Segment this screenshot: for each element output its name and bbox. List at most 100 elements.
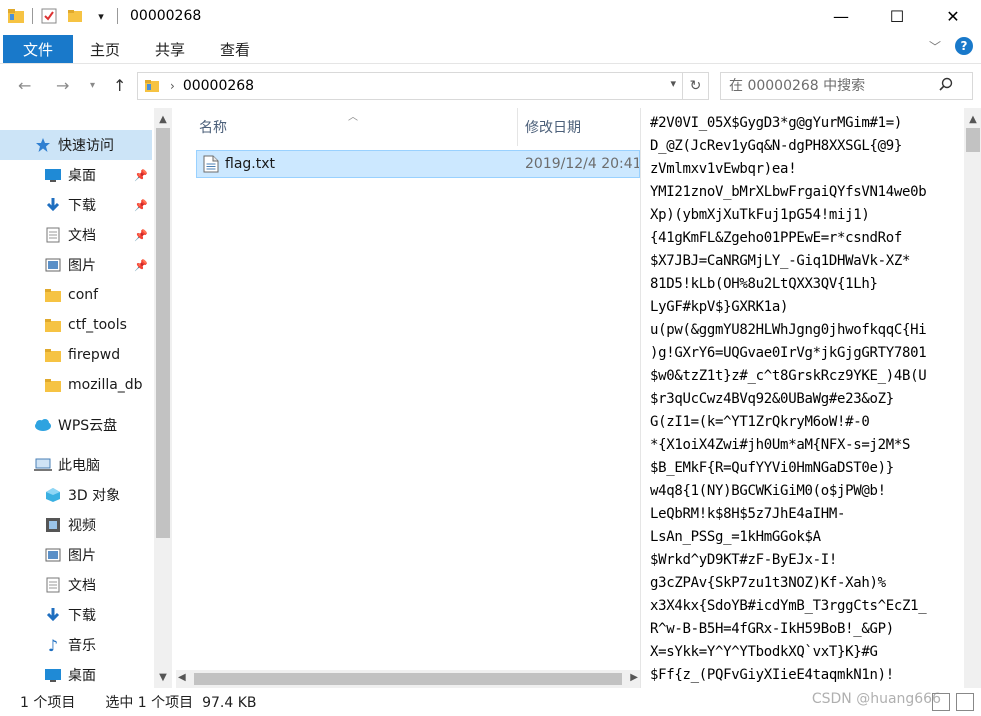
desktop-icon [44, 666, 62, 684]
preview-pane: #2V0VI_05X$GygD3*g@gYurMGim#1=) D_@Z(JcRe… [640, 108, 981, 688]
preview-line: g3cZPAv{SkP7zu1t3NOZ)Kf-Xah)% [650, 575, 886, 591]
details-view-icon[interactable] [932, 693, 950, 711]
refresh-icon[interactable]: ↻ [682, 73, 708, 99]
nav-item-mozilla-db[interactable]: mozilla_db [0, 370, 152, 400]
nav-item-3d-objects[interactable]: 3D 对象 [0, 480, 152, 510]
preview-text[interactable]: #2V0VI_05X$GygD3*g@gYurMGim#1=) D_@Z(JcRe… [650, 112, 964, 684]
breadcrumb-chevron-icon[interactable]: › [170, 79, 175, 93]
text-file-icon [203, 155, 219, 173]
document-icon [44, 226, 62, 244]
nav-scrollbar[interactable]: ▲ ▼ [154, 108, 172, 688]
scroll-up-icon[interactable]: ▲ [964, 110, 981, 128]
close-button[interactable]: ✕ [925, 0, 981, 32]
column-header-date[interactable]: 修改日期 [525, 108, 581, 146]
nav-label: 此电脑 [58, 458, 100, 474]
preview-line: w4q8{1(NY)BGCWKiGiM0(o$jPW@b! [650, 483, 886, 499]
nav-item-pc-downloads[interactable]: 下载 [0, 600, 152, 630]
preview-line: G(zI1=(k=^YT1ZrQkryM6oW!#-0 [650, 414, 870, 430]
nav-item-music[interactable]: ♪ 音乐 [0, 630, 152, 660]
help-icon[interactable]: ? [955, 37, 973, 55]
nav-item-pc-pictures[interactable]: 图片 [0, 540, 152, 570]
nav-label: 3D 对象 [68, 488, 121, 504]
nav-item-videos[interactable]: 视频 [0, 510, 152, 540]
column-header-name[interactable]: 名称 [199, 108, 227, 146]
file-name: flag.txt [225, 156, 275, 172]
folder-icon [44, 346, 62, 364]
horizontal-scrollbar[interactable]: ◀ ▶ [176, 670, 640, 688]
preview-scrollbar[interactable]: ▲ [964, 108, 981, 688]
explorer-app-icon[interactable] [6, 6, 26, 26]
preview-line: $B_EMkF{R=QufYYVi0HmNGaDST0e)} [650, 460, 894, 476]
tab-home[interactable]: 主页 [90, 35, 120, 63]
nav-label: 图片 [68, 548, 96, 564]
pin-icon[interactable]: 📌 [134, 229, 148, 242]
forward-arrow-icon[interactable]: → [56, 76, 69, 95]
preview-line: LyGF#kpV$}GXRK1a) [650, 299, 789, 315]
pin-icon[interactable]: 📌 [134, 199, 148, 212]
star-icon [34, 136, 52, 154]
search-box[interactable] [720, 72, 973, 100]
nav-item-conf[interactable]: conf [0, 280, 152, 310]
column-divider[interactable] [517, 108, 518, 146]
selection-info: 选中 1 个项目 97.4 KB [105, 695, 257, 711]
nav-label: ctf_tools [68, 317, 127, 333]
minimize-icon: — [833, 6, 849, 26]
minimize-button[interactable]: — [813, 0, 869, 32]
maximize-button[interactable]: ☐ [869, 0, 925, 32]
nav-item-pc-desktop[interactable]: 桌面 [0, 660, 152, 690]
file-row[interactable]: flag.txt 2019/12/4 20:41 [196, 150, 640, 178]
large-icons-view-icon[interactable] [956, 693, 974, 711]
up-arrow-icon[interactable]: ↑ [113, 76, 126, 95]
sort-ascending-icon: ︿ [348, 112, 358, 123]
window-controls: — ☐ ✕ [813, 0, 981, 32]
nav-item-desktop[interactable]: 桌面 📌 [0, 160, 152, 190]
window-title: 00000268 [130, 8, 202, 24]
nav-quick-access[interactable]: 快速访问 [0, 130, 152, 160]
address-dropdown-icon[interactable]: ▾ [670, 77, 676, 90]
back-arrow-icon[interactable]: ← [18, 76, 31, 95]
nav-item-documents[interactable]: 文档 📌 [0, 220, 152, 250]
watermark: CSDN @huang666 [811, 691, 941, 707]
recent-locations-icon[interactable]: ▾ [90, 80, 95, 91]
properties-icon[interactable] [39, 6, 59, 26]
expand-ribbon-icon[interactable]: ﹀ [929, 38, 941, 55]
file-date: 2019/12/4 20:41 [525, 156, 639, 172]
search-input[interactable] [729, 78, 939, 94]
nav-this-pc[interactable]: 此电脑 [0, 450, 152, 480]
tab-file[interactable]: 文件 [3, 35, 73, 63]
scroll-thumb[interactable] [194, 673, 622, 685]
preview-line: D_@Z(JcRev1yGq&N-dgPH8XXSGL{@9} [650, 138, 902, 154]
ribbon-right-controls: ﹀ ? [929, 37, 973, 55]
address-row: ← → ▾ ↑ › 00000268 ▾ ↻ [0, 64, 981, 108]
tab-share[interactable]: 共享 [155, 35, 185, 63]
maximize-icon: ☐ [889, 6, 905, 26]
scroll-thumb[interactable] [156, 128, 170, 538]
nav-wps-cloud[interactable]: WPS云盘 [0, 410, 152, 440]
search-icon[interactable] [939, 77, 953, 95]
scroll-up-icon[interactable]: ▲ [154, 110, 172, 128]
customize-toolbar-icon[interactable]: ▾ [91, 6, 111, 26]
item-count: 1 个项目 [20, 695, 76, 711]
cloud-icon [34, 416, 52, 434]
tab-view[interactable]: 查看 [220, 35, 250, 63]
close-icon: ✕ [946, 6, 960, 26]
nav-item-downloads[interactable]: 下载 📌 [0, 190, 152, 220]
breadcrumb[interactable]: 00000268 [183, 78, 254, 94]
nav-item-pictures[interactable]: 图片 📌 [0, 250, 152, 280]
scroll-thumb[interactable] [966, 128, 980, 152]
address-bar[interactable]: › 00000268 ▾ ↻ [137, 72, 709, 100]
scroll-right-icon[interactable]: ▶ [630, 672, 638, 683]
preview-line: x3X4kx{SdoYB#icdYmB_T3rggCts^EcZ1_ [650, 598, 927, 614]
preview-line: LeQbRM!k$8H$5z7JhE4aIHM- [650, 506, 846, 522]
nav-item-pc-documents[interactable]: 文档 [0, 570, 152, 600]
file-list: ︿ 名称 修改日期 flag.txt 2019/12/4 20:41 ◀ ▶ [172, 108, 640, 688]
nav-item-ctf-tools[interactable]: ctf_tools [0, 310, 152, 340]
scroll-down-icon[interactable]: ▼ [154, 668, 172, 686]
pin-icon[interactable]: 📌 [134, 169, 148, 182]
folder-icon [44, 316, 62, 334]
new-folder-icon[interactable] [65, 6, 85, 26]
folder-icon [44, 376, 62, 394]
pin-icon[interactable]: 📌 [134, 259, 148, 272]
nav-item-firepwd[interactable]: firepwd [0, 340, 152, 370]
scroll-left-icon[interactable]: ◀ [178, 672, 186, 683]
